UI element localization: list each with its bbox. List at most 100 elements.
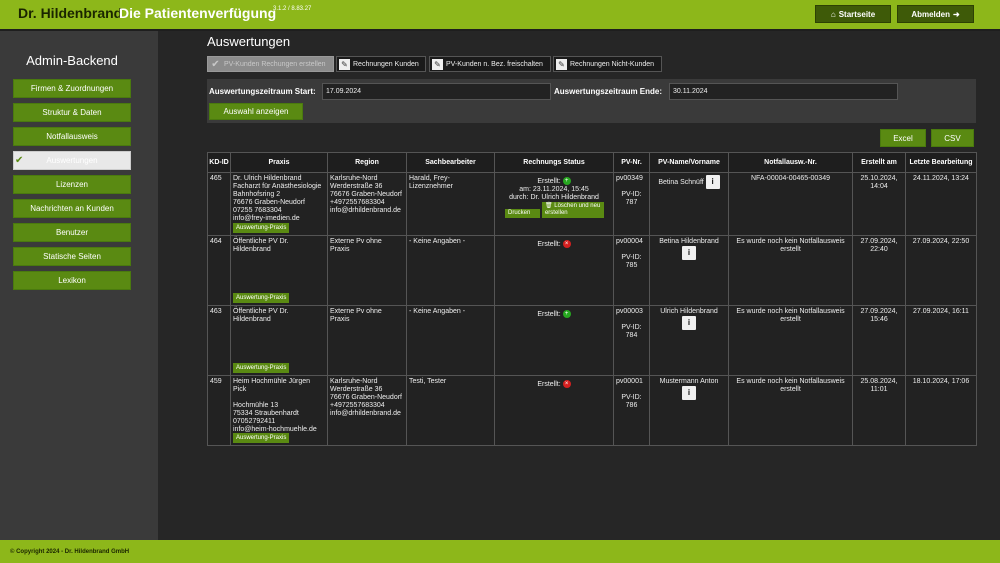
pvid-label: PV-ID: [621,254,642,261]
trash-icon: 🗑 [544,202,553,209]
cell-kdid: 459 [207,375,231,446]
region-line: Karlsruhe-Nord [330,378,378,385]
info-icon[interactable]: i [682,386,696,400]
region-line: +4972557683304 [330,402,385,409]
col-header-praxis[interactable]: Praxis [230,152,328,173]
excel-export-button[interactable]: Excel [880,129,926,147]
cell-pvnr: pv00001 PV-ID: 786 [613,375,650,446]
pvid-value: 785 [625,262,638,269]
logout-button[interactable]: Abmelden ➜ [897,5,974,23]
auswertung-praxis-button[interactable]: Auswertung-Praxis [233,223,290,233]
col-header-notfall[interactable]: Notfallausw.-Nr. [728,152,853,173]
cell-region: Externe Pv ohne Praxis [327,305,407,376]
cell-kdid: 464 [207,235,231,306]
col-header-letzte[interactable]: Letzte Bearbeitung [905,152,977,173]
pvid-value: 787 [625,199,638,206]
info-icon[interactable]: i [682,316,696,330]
logout-button-label: Abmelden [911,9,950,19]
sidebar-title: Admin-Backend [26,53,118,68]
cell-praxis: Dr. Ulrich Hildenbrand Facharzt für Anäs… [230,172,328,236]
cell-letzte: 24.11.2024, 13:24 [905,172,977,236]
document-icon: ✎ [432,58,443,70]
cell-pvname: Ulrich Hildenbrand i [649,305,729,376]
cell-pvname: Betina Hildenbrand i [649,235,729,306]
praxis-line [233,394,325,402]
auswertung-praxis-button[interactable]: Auswertung-Praxis [233,363,290,373]
version-label: 3.1.2 / 8.83.27 [273,6,312,12]
cell-notfall: Es wurde noch kein Notfallausweis erstel… [728,235,853,306]
sidebar-item-nachrichten[interactable]: Nachrichten an Kunden [13,199,131,218]
cell-region: Karlsruhe-Nord Werderstraße 36 76676 Gra… [327,172,407,236]
cell-erstellt: 25.10.2024, 14:04 [852,172,906,236]
delete-recreate-label: Löschen und neu erstellen [544,202,601,216]
sidebar-item-label: Lizenzen [55,180,89,189]
col-header-sachbearbeiter[interactable]: Sachbearbeiter [406,152,495,173]
home-button[interactable]: ⌂ Startseite [815,5,891,23]
cell-letzte: 18.10.2024, 17:06 [905,375,977,446]
sidebar-item-firmen[interactable]: Firmen & Zuordnungen [13,79,131,98]
col-header-pvname[interactable]: PV-Name/Vorname [649,152,729,173]
region-line: Externe Pv ohne [330,308,382,315]
cell-notfall: NFA-00004-00465-00349 [728,172,853,236]
praxis-line: Hildenbrand [233,316,271,323]
checkmark-icon: ✔ [211,58,220,70]
pvnr-value: pv00349 [616,175,643,182]
status-label: Erstellt: [537,177,561,185]
info-icon[interactable]: i [682,246,696,260]
sidebar-item-auswertungen[interactable]: ✔ Auswertungen [13,151,131,170]
auswertung-praxis-button[interactable]: Auswertung-Praxis [233,433,290,443]
col-header-status[interactable]: Rechnungs Status [494,152,614,173]
col-header-erstellt[interactable]: Erstellt am [852,152,906,173]
tab-pv-kunden-freischalten[interactable]: ✎ PV-Kunden n. Bez. freischalten [429,56,551,72]
end-label: Auswertungszeitraum Ende: [554,87,663,96]
csv-export-button[interactable]: CSV [931,129,974,147]
cell-letzte: 27.09.2024, 22:50 [905,235,977,306]
sidebar-item-label: Notfallausweis [46,132,98,141]
praxis-line: Hildenbrand [233,246,271,253]
tab-rechnungen-kunden[interactable]: ✎ Rechnungen Kunden [336,56,426,72]
delete-recreate-button[interactable]: 🗑 Löschen und neu erstellen [541,201,604,218]
col-header-kdid[interactable]: KD-ID [207,152,231,173]
cell-region: Externe Pv ohne Praxis [327,235,407,306]
region-line: 76676 Graben-Neudorf [330,191,402,198]
sidebar-item-lizenzen[interactable]: Lizenzen [13,175,131,194]
start-date-input[interactable]: 17.09.2024 [322,83,551,100]
cell-status: Erstellt: + am: 23.11.2024, 15:45 durch:… [494,172,614,236]
pvid-label: PV-ID: [621,191,642,198]
auswertung-praxis-button[interactable]: Auswertung-Praxis [233,293,290,303]
col-header-region[interactable]: Region [327,152,407,173]
status-error-icon: × [562,380,571,388]
pvid-value: 786 [625,402,638,409]
home-button-label: Startseite [838,9,876,19]
cell-pvnr: pv00349 PV-ID: 787 [613,172,650,236]
cell-status: Erstellt: × [494,375,614,446]
print-button[interactable]: Drucken [505,208,540,218]
brand-name[interactable]: Dr. Hildenbrand [18,5,122,21]
cell-erstellt: 25.08.2024, 11:01 [852,375,906,446]
region-line: Werderstraße 36 [330,183,383,190]
pvid-label: PV-ID: [621,324,642,331]
cell-pvname: Mustermann Anton i [649,375,729,446]
pvnr-value: pv00001 [616,378,643,385]
sidebar-item-benutzer[interactable]: Benutzer [13,223,131,242]
sidebar-item-struktur[interactable]: Struktur & Daten [13,103,131,122]
end-date-input[interactable]: 30.11.2024 [669,83,898,100]
praxis-line: Hochmühle 13 [233,402,279,409]
col-header-pvnr[interactable]: PV-Nr. [613,152,650,173]
cell-notfall: Es wurde noch kein Notfallausweis erstel… [728,305,853,376]
sidebar-item-notfallausweis[interactable]: Notfallausweis [13,127,131,146]
info-icon[interactable]: i [705,175,720,189]
cell-status: Erstellt: + [494,305,614,376]
logout-icon: ➜ [952,9,960,19]
pvname-value: Betina Hildenbrand [659,238,719,245]
table-row: 463 Öffentliche PV Dr. Hildenbrand Auswe… [207,305,977,376]
region-line: Werderstraße 36 [330,386,383,393]
sidebar-item-statische-seiten[interactable]: Statische Seiten [13,247,131,266]
sidebar-item-label: Statische Seiten [43,252,101,261]
show-selection-button[interactable]: Auswahl anzeigen [209,103,303,120]
sidebar-item-lexikon[interactable]: Lexikon [13,271,131,290]
sidebar-item-label: Auswertungen [46,156,98,165]
cell-praxis: Öffentliche PV Dr. Hildenbrand Auswertun… [230,305,328,376]
tab-pv-kunden-rechnungen[interactable]: ✔ PV-Kunden Rechungen erstellen [207,56,334,72]
tab-rechnungen-nicht-kunden[interactable]: ✎ Rechnungen Nicht-Kunden [553,56,662,72]
